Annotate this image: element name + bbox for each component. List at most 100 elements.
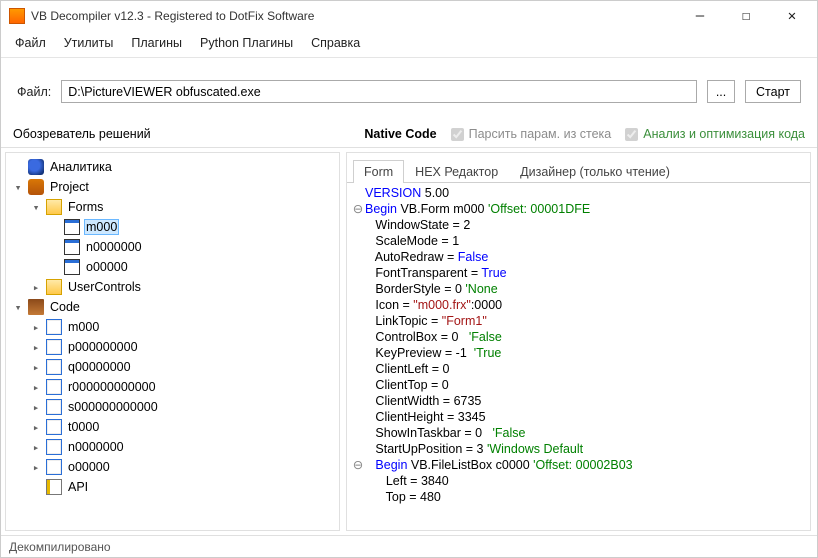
code-line[interactable]: BorderStyle = 0 'None (351, 281, 808, 297)
maximize-button[interactable]: ☐ (723, 1, 769, 31)
api-icon (46, 479, 62, 495)
expander-icon[interactable]: ▸ (30, 441, 42, 454)
editor-tabs: Form HEX Редактор Дизайнер (только чтени… (347, 153, 810, 183)
tab-designer[interactable]: Дизайнер (только чтение) (509, 160, 681, 183)
browse-button[interactable]: ... (707, 80, 735, 103)
tree-code-item[interactable]: ▸t0000 (6, 417, 339, 437)
start-button[interactable]: Старт (745, 80, 801, 103)
gear-icon (28, 179, 44, 195)
expander-icon[interactable]: ▾ (12, 301, 24, 314)
code-line[interactable]: ⊖ Begin VB.FileListBox c0000 'Offset: 00… (351, 457, 808, 473)
code-line[interactable]: ⊖Begin VB.Form m000 'Offset: 00001DFE (351, 201, 808, 217)
expander-icon[interactable]: ▸ (30, 401, 42, 414)
window-title: VB Decompiler v12.3 - Registered to DotF… (31, 9, 314, 23)
code-line[interactable]: ClientTop = 0 (351, 377, 808, 393)
app-window: VB Decompiler v12.3 - Registered to DotF… (0, 0, 818, 558)
menu-utilities[interactable]: Утилиты (56, 33, 122, 53)
code-line[interactable]: ShowInTaskbar = 0 'False (351, 425, 808, 441)
tree-usercontrols[interactable]: ▸UserControls (6, 277, 339, 297)
code-editor[interactable]: VERSION 5.00⊖Begin VB.Form m000 'Offset:… (347, 183, 810, 530)
fold-gutter (351, 233, 365, 249)
opt-checkbox[interactable]: Анализ и оптимизация кода (625, 127, 805, 141)
expander-icon[interactable]: ▸ (30, 321, 42, 334)
statusbar: Декомпилировано (1, 535, 817, 557)
app-icon (9, 8, 25, 24)
form-icon (64, 259, 80, 275)
tree-form-o00000[interactable]: o00000 (6, 257, 339, 277)
module-icon (46, 459, 62, 475)
module-icon (46, 439, 62, 455)
code-line[interactable]: ScaleMode = 1 (351, 233, 808, 249)
tab-form[interactable]: Form (353, 160, 404, 183)
code-line[interactable]: ClientLeft = 0 (351, 361, 808, 377)
expander-icon[interactable]: ▾ (12, 181, 24, 194)
expander-icon[interactable]: ▸ (30, 281, 42, 294)
minimize-button[interactable]: — (677, 1, 723, 31)
tree-code-item[interactable]: ▸n0000000 (6, 437, 339, 457)
code-line[interactable]: Top = 480 (351, 489, 808, 505)
solution-tree[interactable]: Аналитика ▾Project ▾Forms m000 n0000000 … (5, 152, 340, 531)
code-line[interactable]: Icon = "m000.frx":0000 (351, 297, 808, 313)
tree-code[interactable]: ▾Code (6, 297, 339, 317)
code-line[interactable]: ClientHeight = 3345 (351, 409, 808, 425)
code-line[interactable]: FontTransparent = True (351, 265, 808, 281)
expander-icon[interactable]: ▸ (30, 461, 42, 474)
fold-gutter (351, 185, 365, 201)
status-text: Декомпилировано (9, 540, 111, 554)
module-icon (46, 399, 62, 415)
native-code-label: Native Code (364, 127, 436, 141)
code-line[interactable]: AutoRedraw = False (351, 249, 808, 265)
expander-icon[interactable]: ▾ (30, 201, 42, 214)
parse-params-input[interactable] (451, 128, 464, 141)
tree-form-m000[interactable]: m000 (6, 217, 339, 237)
tree-code-item[interactable]: ▸q00000000 (6, 357, 339, 377)
module-icon (46, 379, 62, 395)
fold-gutter[interactable]: ⊖ (351, 201, 365, 217)
tree-code-item[interactable]: ▸o00000 (6, 457, 339, 477)
code-line[interactable]: StartUpPosition = 3 'Windows Default (351, 441, 808, 457)
module-icon (46, 319, 62, 335)
fold-gutter (351, 425, 365, 441)
code-line[interactable]: ClientWidth = 6735 (351, 393, 808, 409)
tree-analytics[interactable]: Аналитика (6, 157, 339, 177)
module-icon (46, 359, 62, 375)
menu-help[interactable]: Справка (303, 33, 368, 53)
tree-code-api[interactable]: API (6, 477, 339, 497)
fold-gutter[interactable]: ⊖ (351, 457, 365, 473)
tree-forms[interactable]: ▾Forms (6, 197, 339, 217)
fold-gutter (351, 393, 365, 409)
filebar: Файл: ... Старт (1, 58, 817, 123)
tab-hex[interactable]: HEX Редактор (404, 160, 509, 183)
menubar: Файл Утилиты Плагины Python Плагины Спра… (1, 31, 817, 58)
tree-project[interactable]: ▾Project (6, 177, 339, 197)
module-icon (46, 339, 62, 355)
fold-gutter (351, 361, 365, 377)
fold-gutter (351, 441, 365, 457)
opt-input[interactable] (625, 128, 638, 141)
tree-code-item[interactable]: ▸s000000000000 (6, 397, 339, 417)
menu-file[interactable]: Файл (7, 33, 54, 53)
fold-gutter (351, 265, 365, 281)
file-path-input[interactable] (61, 80, 697, 103)
tree-code-item[interactable]: ▸m000 (6, 317, 339, 337)
code-line[interactable]: KeyPreview = -1 'True (351, 345, 808, 361)
tree-code-item[interactable]: ▸r000000000000 (6, 377, 339, 397)
expander-icon[interactable]: ▸ (30, 361, 42, 374)
expander-icon[interactable]: ▸ (30, 421, 42, 434)
code-line[interactable]: Left = 3840 (351, 473, 808, 489)
code-line[interactable]: WindowState = 2 (351, 217, 808, 233)
code-line[interactable]: ControlBox = 0 'False (351, 329, 808, 345)
code-line[interactable]: LinkTopic = "Form1" (351, 313, 808, 329)
fold-gutter (351, 217, 365, 233)
expander-icon[interactable]: ▸ (30, 381, 42, 394)
titlebar: VB Decompiler v12.3 - Registered to DotF… (1, 1, 817, 31)
parse-params-checkbox[interactable]: Парсить парам. из стека (451, 127, 612, 141)
tree-code-item[interactable]: ▸p000000000 (6, 337, 339, 357)
menu-plugins[interactable]: Плагины (123, 33, 190, 53)
close-button[interactable]: ✕ (769, 1, 815, 31)
code-line[interactable]: VERSION 5.00 (351, 185, 808, 201)
expander-icon[interactable]: ▸ (30, 341, 42, 354)
menu-python-plugins[interactable]: Python Плагины (192, 33, 301, 53)
tree-form-n0000000[interactable]: n0000000 (6, 237, 339, 257)
fold-gutter (351, 313, 365, 329)
